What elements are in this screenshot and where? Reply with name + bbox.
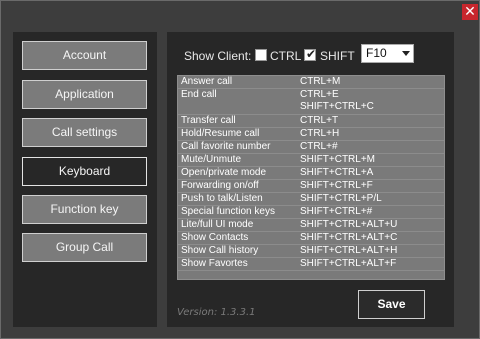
shortcut-keys: SHIFT+CTRL+A bbox=[300, 167, 374, 178]
shortcut-action: Mute/Unmute bbox=[181, 154, 242, 165]
shortcut-action: Show Contacts bbox=[181, 232, 249, 243]
shortcut-row: Show Contacts SHIFT+CTRL+ALT+C bbox=[178, 232, 444, 245]
shortcut-row: Answer call CTRL+M bbox=[178, 76, 444, 89]
save-button[interactable]: Save bbox=[358, 290, 425, 319]
chevron-down-icon bbox=[402, 51, 410, 56]
ctrl-checkbox-label: CTRL bbox=[270, 49, 302, 63]
shortcut-action: Push to talk/Listen bbox=[181, 193, 263, 204]
sidebar-item-group-call[interactable]: Group Call bbox=[22, 233, 147, 262]
shortcut-action: Transfer call bbox=[181, 115, 236, 126]
shortcut-keys: SHIFT+CTRL+ALT+F bbox=[300, 258, 397, 269]
shortcut-keys: SHIFT+CTRL+P/L bbox=[300, 193, 382, 204]
close-icon[interactable]: ✕ bbox=[462, 4, 478, 20]
hotkey-select[interactable]: F10 bbox=[361, 44, 414, 63]
settings-window: ✕ Account Application Call settings Keyb… bbox=[0, 0, 480, 339]
shortcut-action: Open/private mode bbox=[181, 167, 267, 178]
shortcut-row: Show Favortes SHIFT+CTRL+ALT+F bbox=[178, 258, 444, 271]
shortcut-row: Special function keys SHIFT+CTRL+# bbox=[178, 206, 444, 219]
shortcut-keys: CTRL+H bbox=[300, 128, 340, 139]
shortcut-row: Transfer call CTRL+T bbox=[178, 115, 444, 128]
shift-checkbox[interactable]: ✔ bbox=[304, 47, 317, 61]
shortcut-action: Call favorite number bbox=[181, 141, 271, 152]
shortcut-row: Lite/full UI mode SHIFT+CTRL+ALT+U bbox=[178, 219, 444, 232]
settings-sidebar: Account Application Call settings Keyboa… bbox=[13, 32, 157, 327]
show-client-label: Show Client: bbox=[184, 49, 252, 63]
shortcut-list[interactable]: Answer call CTRL+M End call CTRL+E SHIFT+CT… bbox=[177, 75, 445, 280]
shortcut-keys: SHIFT+CTRL+F bbox=[300, 180, 373, 191]
shortcut-row: Call favorite number CTRL+# bbox=[178, 141, 444, 154]
shortcut-keys: SHIFT+CTRL+ALT+H bbox=[300, 245, 398, 256]
sidebar-item-keyboard[interactable]: Keyboard bbox=[22, 157, 147, 186]
shortcut-row: End call CTRL+E SHIFT+CTRL+C bbox=[178, 89, 444, 115]
shortcut-row: Mute/Unmute SHIFT+CTRL+M bbox=[178, 154, 444, 167]
shortcut-row: Forwarding on/off SHIFT+CTRL+F bbox=[178, 180, 444, 193]
keyboard-settings-panel: Show Client: CTRL ✔ SHIFT F10 Answer cal… bbox=[167, 32, 454, 327]
version-label: Version: 1.3.3.1 bbox=[177, 307, 256, 318]
shortcut-keys: SHIFT+CTRL+M bbox=[300, 154, 376, 165]
ctrl-checkbox[interactable] bbox=[255, 49, 267, 61]
shortcut-row: Push to talk/Listen SHIFT+CTRL+P/L bbox=[178, 193, 444, 206]
shortcut-action: Special function keys bbox=[181, 206, 275, 217]
shortcut-action: Lite/full UI mode bbox=[181, 219, 254, 230]
shortcut-action: Forwarding on/off bbox=[181, 180, 259, 191]
shortcut-keys: SHIFT+CTRL+# bbox=[300, 206, 373, 217]
shortcut-keys: CTRL+T bbox=[300, 115, 339, 126]
shortcut-action: End call bbox=[181, 89, 217, 100]
shortcut-action: Show Call history bbox=[181, 245, 259, 256]
shortcut-row: Show Call history SHIFT+CTRL+ALT+H bbox=[178, 245, 444, 258]
checkmark-icon: ✔ bbox=[306, 47, 317, 61]
hotkey-select-value: F10 bbox=[366, 46, 387, 60]
shortcut-action: Show Favortes bbox=[181, 258, 248, 269]
shortcut-action: Hold/Resume call bbox=[181, 128, 260, 139]
shortcut-keys: CTRL+M bbox=[300, 76, 341, 87]
shortcut-keys: CTRL+E SHIFT+CTRL+C bbox=[300, 89, 374, 112]
shortcut-keys: SHIFT+CTRL+ALT+U bbox=[300, 219, 398, 230]
sidebar-item-account[interactable]: Account bbox=[22, 41, 147, 70]
shift-checkbox-label: SHIFT bbox=[320, 49, 355, 63]
sidebar-item-application[interactable]: Application bbox=[22, 80, 147, 109]
shortcut-keys: SHIFT+CTRL+ALT+C bbox=[300, 232, 398, 243]
shortcut-keys: CTRL+# bbox=[300, 141, 338, 152]
shortcut-action: Answer call bbox=[181, 76, 233, 87]
sidebar-item-function-key[interactable]: Function key bbox=[22, 195, 147, 224]
title-bar[interactable]: ✕ bbox=[1, 1, 479, 23]
sidebar-item-call-settings[interactable]: Call settings bbox=[22, 118, 147, 147]
shortcut-row: Open/private mode SHIFT+CTRL+A bbox=[178, 167, 444, 180]
shortcut-row: Hold/Resume call CTRL+H bbox=[178, 128, 444, 141]
